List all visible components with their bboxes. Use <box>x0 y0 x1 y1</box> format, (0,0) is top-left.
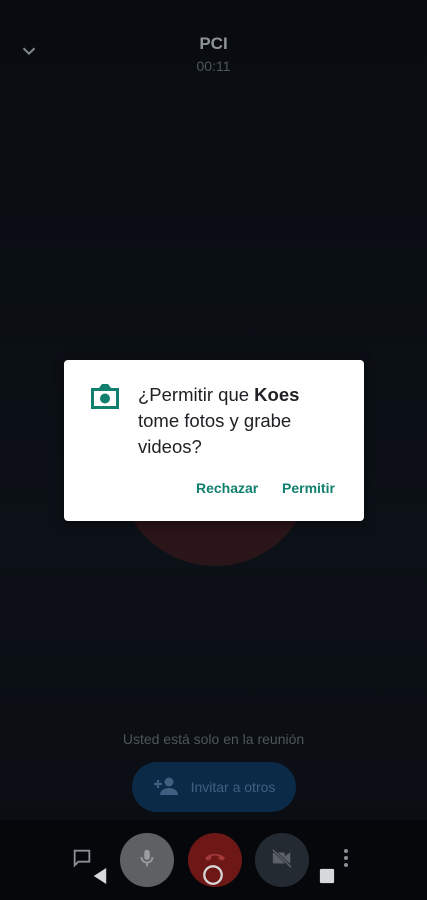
invite-button[interactable]: Invitar a otros <box>132 762 296 812</box>
home-icon[interactable] <box>201 863 225 887</box>
camera-icon <box>88 382 122 412</box>
question-suffix: tome fotos y grabe videos? <box>138 410 292 457</box>
deny-button[interactable]: Rechazar <box>196 480 258 496</box>
app-name: Koes <box>254 384 300 405</box>
mic-button[interactable] <box>120 833 174 887</box>
add-person-icon <box>153 776 179 799</box>
call-timer: 00:11 <box>196 58 231 74</box>
allow-button[interactable]: Permitir <box>282 480 335 496</box>
back-icon[interactable] <box>91 866 109 886</box>
camera-button[interactable] <box>255 833 309 887</box>
permission-question: ¿Permitir que Koes tome fotos y grabe vi… <box>138 382 344 460</box>
call-screen: PCI 00:11 Usted está solo en la reunión … <box>0 0 427 900</box>
invite-label: Invitar a otros <box>190 779 276 795</box>
more-vert-icon[interactable] <box>338 848 354 868</box>
mic-icon <box>136 847 158 874</box>
question-prefix: ¿Permitir que <box>138 384 255 405</box>
camera-off-icon <box>270 847 294 874</box>
meeting-title: PCI <box>199 34 228 53</box>
permission-dialog: ¿Permitir que Koes tome fotos y grabe vi… <box>64 360 364 521</box>
recents-icon[interactable] <box>318 867 336 885</box>
alone-message: Usted está solo en la reunión <box>122 731 305 747</box>
